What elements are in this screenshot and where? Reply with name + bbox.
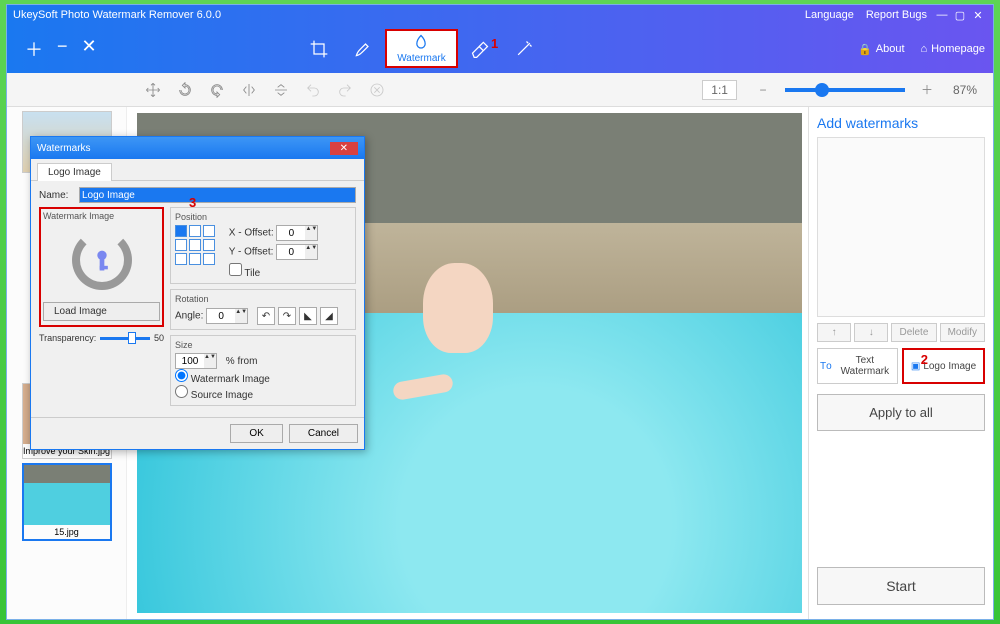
marker-3: 3 (189, 195, 196, 210)
report-bugs-link[interactable]: Report Bugs (866, 9, 927, 21)
dialog-title: Watermarks (37, 143, 91, 154)
size-input[interactable]: ▲▼ (175, 353, 217, 369)
rotation-group: Rotation Angle: ▲▼ ↶ ↷ ◣ ◢ (170, 289, 356, 330)
load-image-button[interactable]: Load Image (43, 302, 160, 321)
transparency-slider[interactable] (100, 337, 150, 340)
delete-button[interactable]: Delete (891, 323, 936, 342)
add-icon[interactable]: ＋ (25, 36, 43, 62)
discard-icon[interactable]: ✕ (82, 36, 97, 62)
flip-v-icon[interactable]: ◢ (320, 307, 338, 325)
zoom-in-icon[interactable]: ＋ (913, 76, 941, 104)
modify-button[interactable]: Modify (940, 323, 985, 342)
zoom-slider[interactable] (785, 88, 905, 92)
marker-2: 2 (921, 352, 928, 367)
tile-checkbox[interactable] (229, 263, 242, 276)
logo-image-button[interactable]: ▣Logo Image (902, 348, 985, 384)
move-icon[interactable] (139, 76, 167, 104)
thumbnail-item[interactable]: 15.jpg (22, 463, 112, 541)
move-down-button[interactable]: ↓ (854, 323, 888, 342)
start-button[interactable]: Start (817, 567, 985, 605)
homepage-link[interactable]: ⌂ Homepage (921, 43, 985, 55)
name-label: Name: (39, 190, 75, 201)
app-title: UkeySoft Photo Watermark Remover 6.0.0 (13, 9, 799, 21)
angle-input[interactable]: ▲▼ (206, 308, 248, 324)
watermark-preview (817, 137, 985, 317)
position-group: Position X - Offset: ▲▼ Y - Offset: ▲▼ T… (170, 207, 356, 284)
edit-toolbar: 1:1 − ＋ 87% (7, 73, 993, 107)
close-button[interactable]: ✕ (969, 9, 987, 22)
move-up-button[interactable]: ↑ (817, 323, 851, 342)
watermark-image-group: Watermark Image Load Image (39, 207, 164, 327)
apply-all-button[interactable]: Apply to all (817, 394, 985, 431)
language-link[interactable]: Language (805, 9, 854, 21)
zoom-out-icon[interactable]: − (749, 76, 777, 104)
watermarks-dialog: Watermarks ✕ Logo Image Name: 3 Watermar… (30, 136, 365, 450)
about-link[interactable]: 🔒 About (858, 43, 904, 56)
size-group: Size ▲▼ % from Watermark Image Source Im… (170, 335, 356, 406)
right-panel: Add watermarks ↑ ↓ Delete Modify 2 TᴏTex… (808, 107, 993, 619)
rot-ccw-icon[interactable]: ↶ (257, 307, 275, 325)
thumbnail-label: 15.jpg (24, 525, 110, 539)
rotate-cw-icon[interactable] (203, 76, 231, 104)
x-offset-input[interactable]: ▲▼ (276, 225, 318, 241)
y-offset-input[interactable]: ▲▼ (276, 244, 318, 260)
watermark-tool[interactable]: Watermark (385, 29, 458, 68)
size-from-watermark-radio[interactable] (175, 369, 188, 382)
ribbon: ＋ − ✕ Watermark 🔒 About ⌂ Homepage (7, 25, 993, 73)
transparency-value: 50 (154, 333, 164, 343)
position-grid[interactable] (175, 225, 220, 265)
transparency-label: Transparency: (39, 333, 96, 343)
minimize-button[interactable]: — (933, 9, 951, 21)
cancel-button[interactable]: Cancel (289, 424, 358, 443)
tab-logo-image[interactable]: Logo Image (37, 163, 112, 181)
zoom-ratio[interactable]: 1:1 (702, 80, 737, 100)
flip-h-icon[interactable]: ◣ (299, 307, 317, 325)
logo-preview (43, 221, 160, 299)
wand-tool[interactable] (502, 37, 546, 61)
clear-icon[interactable] (363, 76, 391, 104)
text-watermark-button[interactable]: TᴏText Watermark (817, 348, 898, 384)
panel-title: Add watermarks (817, 115, 985, 131)
remove-icon[interactable]: − (57, 36, 68, 62)
rotate-ccw-icon[interactable] (171, 76, 199, 104)
dialog-titlebar[interactable]: Watermarks ✕ (31, 137, 364, 159)
redo-icon[interactable] (331, 76, 359, 104)
name-input[interactable] (79, 187, 356, 203)
maximize-button[interactable]: ▢ (951, 9, 969, 22)
crop-tool[interactable] (297, 37, 341, 61)
zoom-percent: 87% (953, 83, 977, 97)
marker-1: 1 (491, 36, 498, 51)
size-from-source-radio[interactable] (175, 385, 188, 398)
flip-h-icon[interactable] (235, 76, 263, 104)
dialog-close-icon[interactable]: ✕ (330, 142, 358, 155)
rot-cw-icon[interactable]: ↷ (278, 307, 296, 325)
ok-button[interactable]: OK (230, 424, 282, 443)
undo-icon[interactable] (299, 76, 327, 104)
brush-tool[interactable] (341, 37, 385, 61)
flip-v-icon[interactable] (267, 76, 295, 104)
title-bar: UkeySoft Photo Watermark Remover 6.0.0 L… (7, 5, 993, 25)
